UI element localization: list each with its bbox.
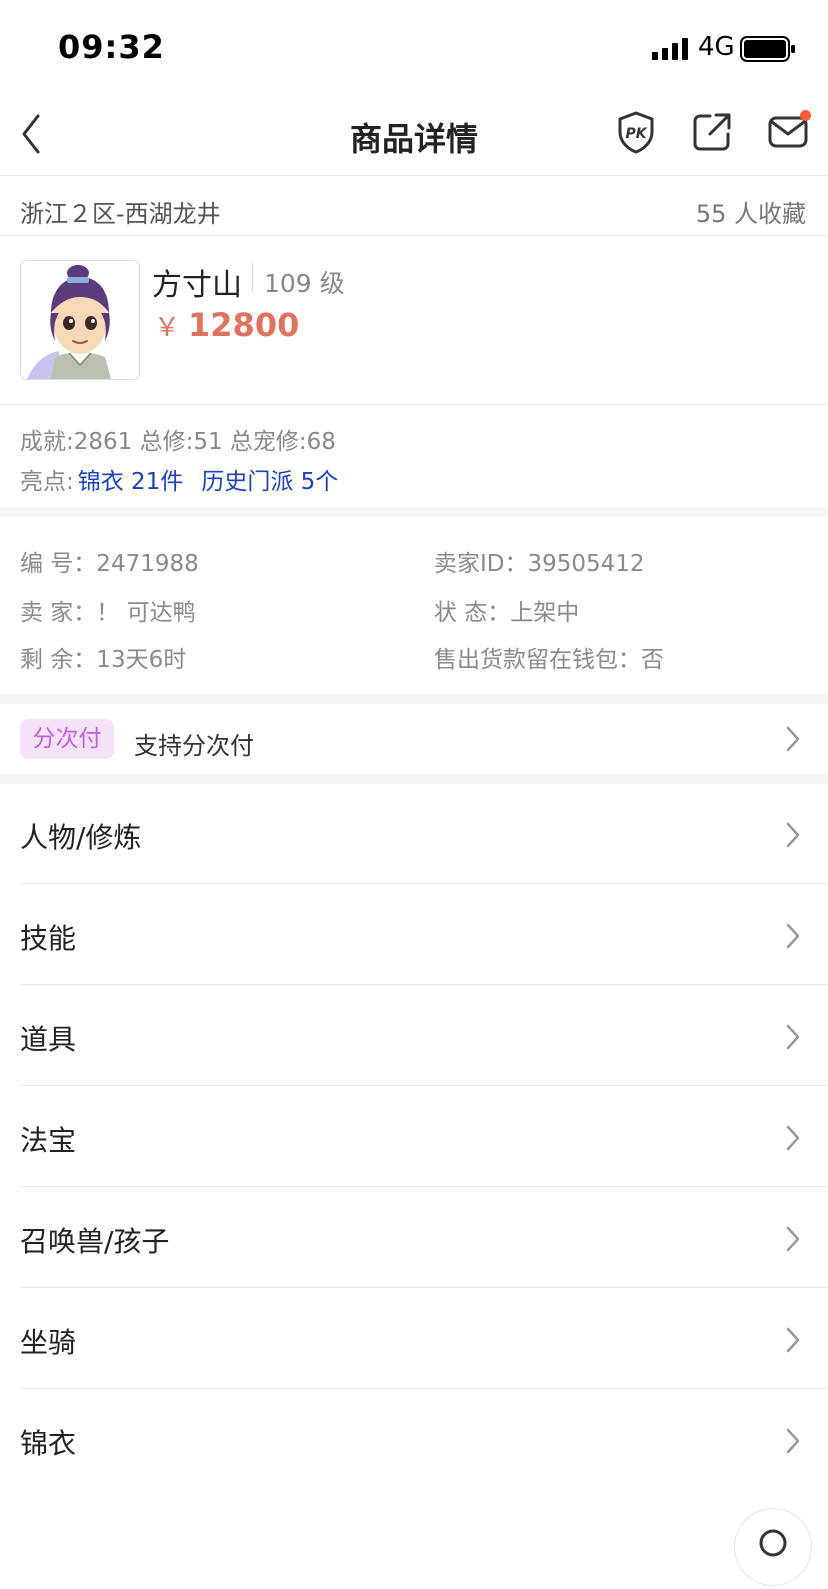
menu-item-label: 技能 [20,922,77,955]
installment-row[interactable]: 分次付 支持分次付 [0,704,828,774]
item-id: 编 号：2471988 [20,551,199,577]
chevron-right-icon [786,1125,800,1151]
seller-id: 卖家ID：39505412 [434,551,645,577]
floating-search-button[interactable] [734,1508,812,1586]
menu-item-pets[interactable]: 召唤兽/孩子 [0,1188,828,1288]
menu-item-label: 召唤兽/孩子 [20,1225,170,1258]
menu-item-label: 法宝 [20,1124,77,1157]
menu-item-label: 道具 [20,1023,77,1056]
product-card: 方寸山 109 级 ￥ 12800 [0,236,828,405]
highlight-link[interactable]: 锦衣 21件 [78,469,184,495]
chevron-right-icon [786,822,800,848]
highlights-label: 亮点: [20,469,74,495]
chevron-right-icon [786,726,800,752]
chevron-right-icon [786,1327,800,1353]
listing-status: 状 态：上架中 [434,600,580,626]
installment-text: 支持分次付 [134,732,254,760]
svg-text:PK: PK [625,126,647,142]
menu-item-treasures[interactable]: 法宝 [0,1087,828,1187]
character-portrait-image [21,261,139,379]
menu-item-label: 人物/修炼 [20,821,142,854]
menu-item-character[interactable]: 人物/修炼 [0,784,828,884]
section-divider [0,694,828,704]
battery-icon [740,36,795,62]
character-school: 方寸山 [152,268,242,303]
highlight-link[interactable]: 历史门派 5个 [201,469,338,495]
menu-item-label: 坐骑 [20,1326,77,1359]
signal-icon [652,38,688,60]
pk-shield-icon[interactable]: PK [614,110,658,154]
currency-symbol: ￥ [154,313,181,343]
menu-item-outfits[interactable]: 锦衣 [0,1390,828,1490]
highlights: 亮点: 锦衣 21件 历史门派 5个 [20,462,338,496]
divider [20,883,828,884]
character-stats: 成就:2861 总修:51 总宠修:68 [20,429,336,455]
price: ￥ 12800 [154,306,299,344]
installment-badge: 分次付 [20,719,114,759]
chevron-right-icon [786,1226,800,1252]
wallet-setting: 售出货款留在钱包：否 [434,647,664,673]
network-label: 4G [698,32,735,62]
menu-item-items[interactable]: 道具 [0,986,828,1086]
server-row: 浙江２区-西湖龙井 55 人收藏 [0,176,828,236]
search-icon [759,1529,787,1557]
time-remaining: 剩 余：13天6时 [20,647,187,673]
chevron-right-icon [786,1024,800,1050]
divider [20,984,828,985]
price-amount: 12800 [188,306,300,344]
status-bar: 09:32 4G [0,0,828,96]
character-level: 109 级 [264,269,345,298]
divider [20,1287,828,1288]
chevron-right-icon [786,923,800,949]
notification-dot [800,110,811,121]
section-divider [0,507,828,517]
status-time: 09:32 [58,28,165,66]
menu-item-label: 锦衣 [20,1427,77,1460]
chevron-right-icon [786,1428,800,1454]
menu-item-skills[interactable]: 技能 [0,885,828,985]
nav-bar: 商品详情 PK [0,96,828,176]
seller-name[interactable]: 卖 家：！ 可达鸭 [20,593,196,627]
divider [20,1085,828,1086]
share-icon[interactable] [690,110,734,154]
divider [20,1186,828,1187]
divider [20,1388,828,1389]
character-avatar[interactable] [20,260,140,380]
section-divider [0,774,828,784]
favorite-count: 55 人收藏 [695,200,806,228]
server-name: 浙江２区-西湖龙井 [20,200,221,228]
divider [252,262,253,292]
menu-item-mounts[interactable]: 坐骑 [0,1289,828,1389]
